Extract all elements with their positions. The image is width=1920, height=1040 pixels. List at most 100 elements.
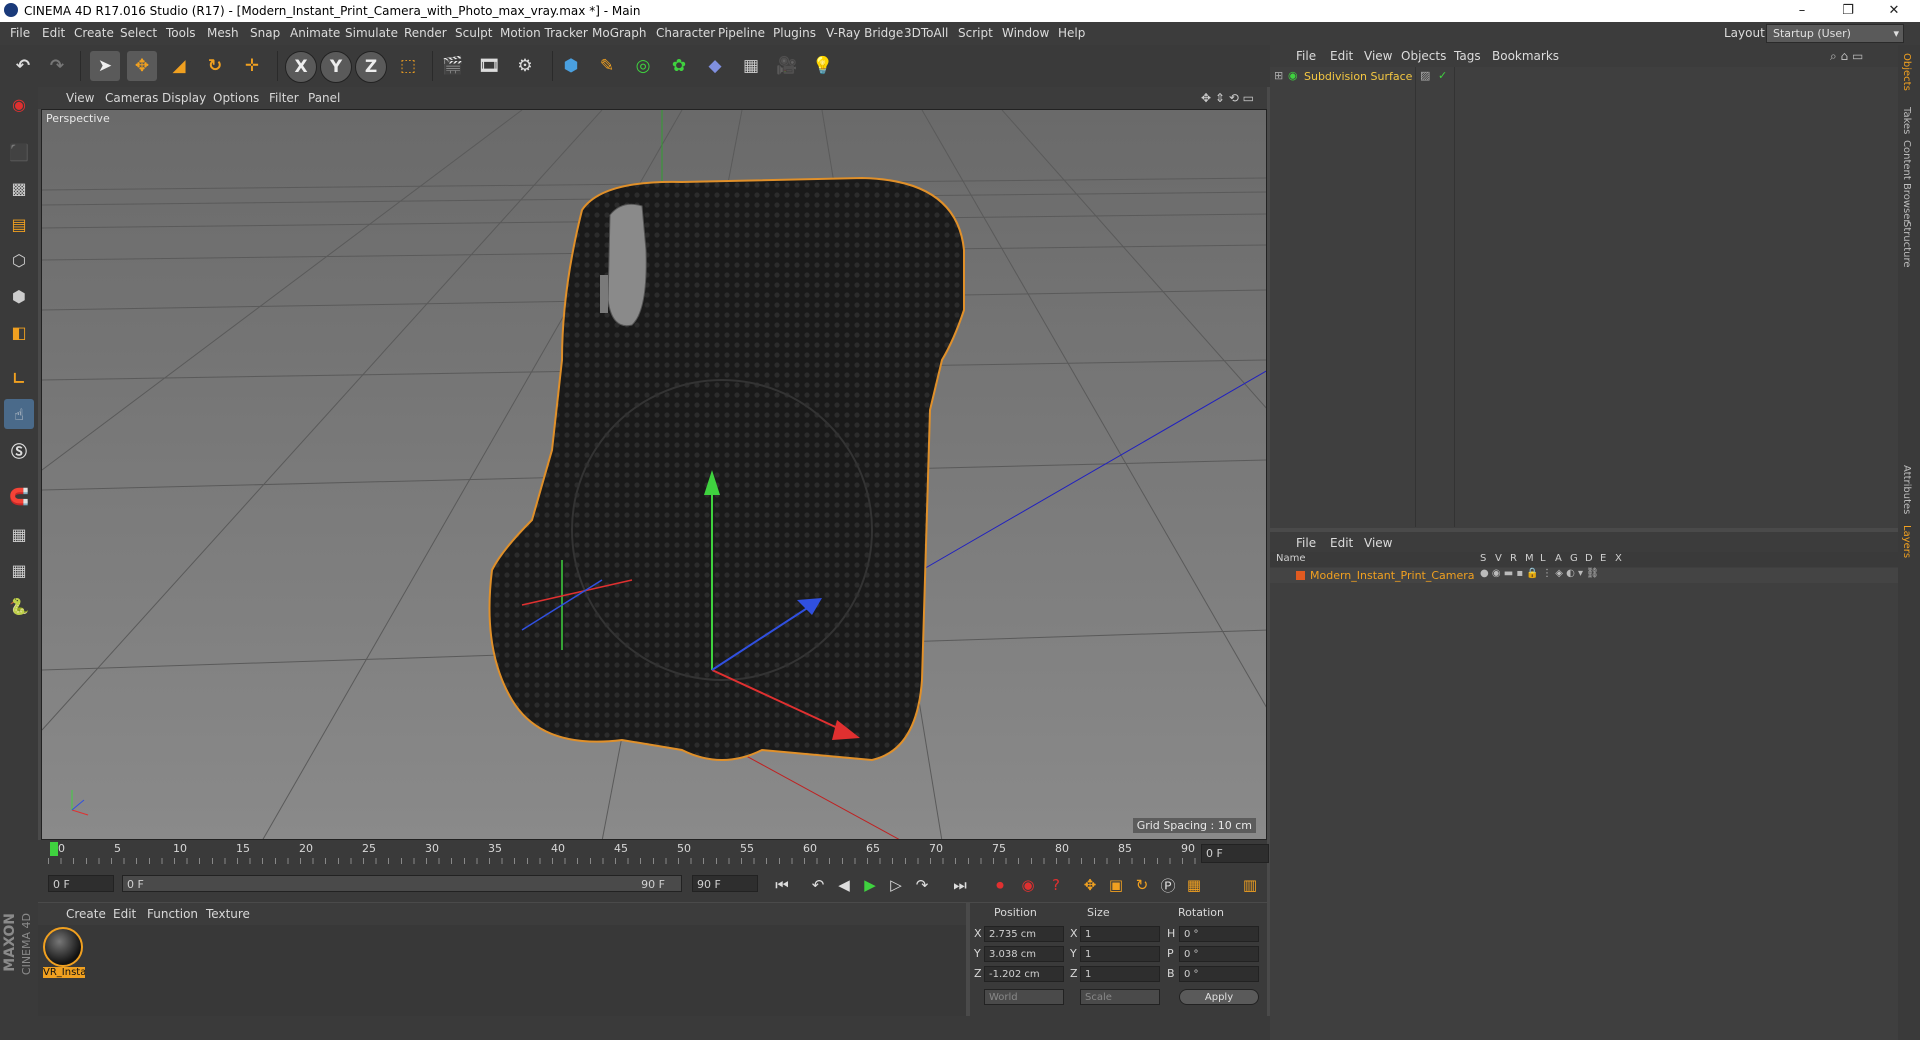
undo-icon[interactable]: ↶ — [8, 51, 38, 81]
layer-color-icon[interactable]: ▨ — [1420, 69, 1430, 82]
polygons-mode-icon[interactable]: ◧ — [4, 317, 34, 347]
key-pla-icon[interactable]: ▦ — [1182, 873, 1206, 897]
end-frame-field[interactable]: 90 F — [692, 875, 758, 892]
next-key-icon[interactable]: ↷ — [910, 873, 934, 897]
cube-primitive-icon[interactable]: ⬢ — [556, 51, 586, 81]
minimize-button[interactable]: – — [1780, 0, 1824, 22]
object-menu-bookmarks[interactable]: Bookmarks — [1492, 49, 1559, 63]
keyframe-selection-icon[interactable]: ? — [1044, 873, 1068, 897]
tab-attributes[interactable]: Attributes — [1901, 465, 1912, 514]
make-editable-icon[interactable]: ◉ — [4, 89, 34, 119]
layer-col-view[interactable]: V — [1495, 553, 1502, 564]
3d-viewport[interactable]: Perspective Grid Spacing : 10 cm — [41, 109, 1267, 840]
close-button[interactable]: ✕ — [1872, 0, 1916, 22]
viewport-menu-display[interactable]: Display — [162, 91, 206, 105]
rotation-b-field[interactable]: 0 ° — [1179, 966, 1259, 982]
viewport-menu-view[interactable]: View — [66, 91, 94, 105]
layer-col-name[interactable]: Name — [1276, 553, 1306, 564]
object-row[interactable]: ⊞ ◉ Subdivision Surface ▨ ✓ — [1272, 69, 1894, 85]
texture-mode-icon[interactable]: ▩ — [4, 173, 34, 203]
coordinate-system-icon[interactable]: ⬚ — [393, 51, 423, 81]
material-menu-edit[interactable]: Edit — [113, 907, 136, 921]
material-menu-texture[interactable]: Texture — [206, 907, 250, 921]
object-menu-edit[interactable]: Edit — [1330, 49, 1353, 63]
layer-col-solo[interactable]: S — [1480, 553, 1486, 564]
menu-motion-tracker[interactable]: Motion Tracker — [500, 26, 588, 40]
render-settings-icon[interactable]: ⚙ — [510, 51, 540, 81]
layer-color-swatch[interactable] — [1296, 571, 1305, 580]
menu-tools[interactable]: Tools — [166, 26, 196, 40]
key-scale-icon[interactable]: ▣ — [1104, 873, 1128, 897]
light-bulb-icon[interactable]: 💡 — [808, 51, 838, 81]
material-menu-create[interactable]: Create — [66, 907, 106, 921]
menu-sculpt[interactable]: Sculpt — [455, 26, 492, 40]
z-axis-lock-button[interactable]: Z — [355, 51, 387, 83]
preview-range-slider[interactable]: 0 F 90 F — [122, 875, 682, 892]
menu-create[interactable]: Create — [74, 26, 114, 40]
enabled-check-icon[interactable]: ✓ — [1438, 69, 1447, 82]
object-menu-objects[interactable]: Objects — [1401, 49, 1446, 63]
model-mode-icon[interactable]: ⬛ — [4, 137, 34, 167]
layer-menu-view[interactable]: View — [1364, 536, 1392, 550]
points-mode-icon[interactable]: ⬡ — [4, 245, 34, 275]
axis-mode-icon[interactable]: ∟ — [4, 363, 34, 393]
tab-takes[interactable]: Takes — [1901, 107, 1912, 134]
menu-edit[interactable]: Edit — [42, 26, 65, 40]
object-name[interactable]: Subdivision Surface — [1304, 70, 1412, 83]
viewport-menu-panel[interactable]: Panel — [308, 91, 340, 105]
search-icon[interactable]: ⌕ ⌂ ▭ — [1830, 49, 1863, 64]
layer-name[interactable]: Modern_Instant_Print_Camera — [1310, 569, 1475, 582]
layer-menu-edit[interactable]: Edit — [1330, 536, 1353, 550]
playhead[interactable] — [50, 842, 58, 856]
key-parameter-icon[interactable]: Ⓟ — [1156, 873, 1180, 897]
goto-end-icon[interactable]: ⏭ — [948, 873, 972, 897]
mograph-cloner-icon[interactable]: ✿ — [664, 51, 694, 81]
subdivision-surface-icon[interactable]: ◎ — [628, 51, 658, 81]
layer-toggle-icons[interactable]: ● ◉ ▬ ▪ 🔒 ⋮ ◈ ◐ ▾ ⛓ — [1480, 568, 1599, 579]
rotation-h-field[interactable]: 0 ° — [1179, 926, 1259, 942]
size-y-field[interactable]: 1 — [1080, 946, 1160, 962]
object-menu-view[interactable]: View — [1364, 49, 1392, 63]
rotate-tool-icon[interactable]: ↻ — [200, 51, 230, 81]
deformer-icon[interactable]: ◆ — [700, 51, 730, 81]
menu-script[interactable]: Script — [958, 26, 993, 40]
menu-file[interactable]: File — [10, 26, 30, 40]
layer-col-animation[interactable]: A — [1555, 553, 1562, 564]
floor-scene-icon[interactable]: ▦ — [736, 51, 766, 81]
render-view-icon[interactable]: 🎬 — [438, 51, 468, 81]
size-z-field[interactable]: 1 — [1080, 966, 1160, 982]
material-menu-function[interactable]: Function — [147, 907, 198, 921]
pen-spline-icon[interactable]: ✎ — [592, 51, 622, 81]
y-axis-lock-button[interactable]: Y — [320, 51, 352, 83]
python-icon[interactable]: 🐍 — [4, 591, 34, 621]
object-menu-file[interactable]: File — [1296, 49, 1316, 63]
material-tile[interactable]: VR_Insta — [43, 927, 85, 983]
layer-row[interactable]: Modern_Instant_Print_Camera ● ◉ ▬ ▪ 🔒 ⋮ … — [1270, 568, 1898, 583]
step-back-icon[interactable]: ◀ — [832, 873, 856, 897]
menu-vray-bridge[interactable]: V-Ray Bridge — [826, 26, 903, 40]
restore-button[interactable]: ❐ — [1826, 0, 1870, 22]
select-arrow-icon[interactable]: ➤ — [90, 51, 120, 81]
menu-pipeline[interactable]: Pipeline — [718, 26, 765, 40]
auto-keying-icon[interactable]: ◉ — [1016, 873, 1040, 897]
viewport-menu-options[interactable]: Options — [213, 91, 259, 105]
layer-col-render[interactable]: R — [1510, 553, 1517, 564]
rotation-p-field[interactable]: 0 ° — [1179, 946, 1259, 962]
solo-mode-icon[interactable]: Ⓢ — [4, 435, 34, 465]
key-rotation-icon[interactable]: ↻ — [1130, 873, 1154, 897]
workplane-icon[interactable]: ▤ — [4, 209, 34, 239]
menu-3dtoall[interactable]: 3DToAll — [904, 26, 948, 40]
position-z-field[interactable]: -1.202 cm — [984, 966, 1064, 982]
move-tool-icon[interactable]: ✥ — [127, 51, 157, 81]
viewport-nav-icons[interactable]: ✥ ⇕ ⟲ ▭ — [1201, 91, 1254, 105]
menu-render[interactable]: Render — [404, 26, 447, 40]
size-mode-select[interactable]: Scale — [1080, 989, 1160, 1005]
timeline-ruler[interactable]: 0 5 10 15 20 25 30 35 40 45 50 55 60 65 … — [38, 840, 1269, 866]
position-y-field[interactable]: 3.038 cm — [984, 946, 1064, 962]
goto-start-icon[interactable]: ⏮ — [770, 873, 794, 897]
record-keys-icon[interactable]: ⏺ — [988, 873, 1012, 897]
planar-workplane-icon[interactable]: ▦ — [4, 555, 34, 585]
previous-key-icon[interactable]: ↶ — [806, 873, 830, 897]
tab-content-browser[interactable]: Content Browser — [1901, 140, 1912, 223]
key-position-icon[interactable]: ✥ — [1078, 873, 1102, 897]
